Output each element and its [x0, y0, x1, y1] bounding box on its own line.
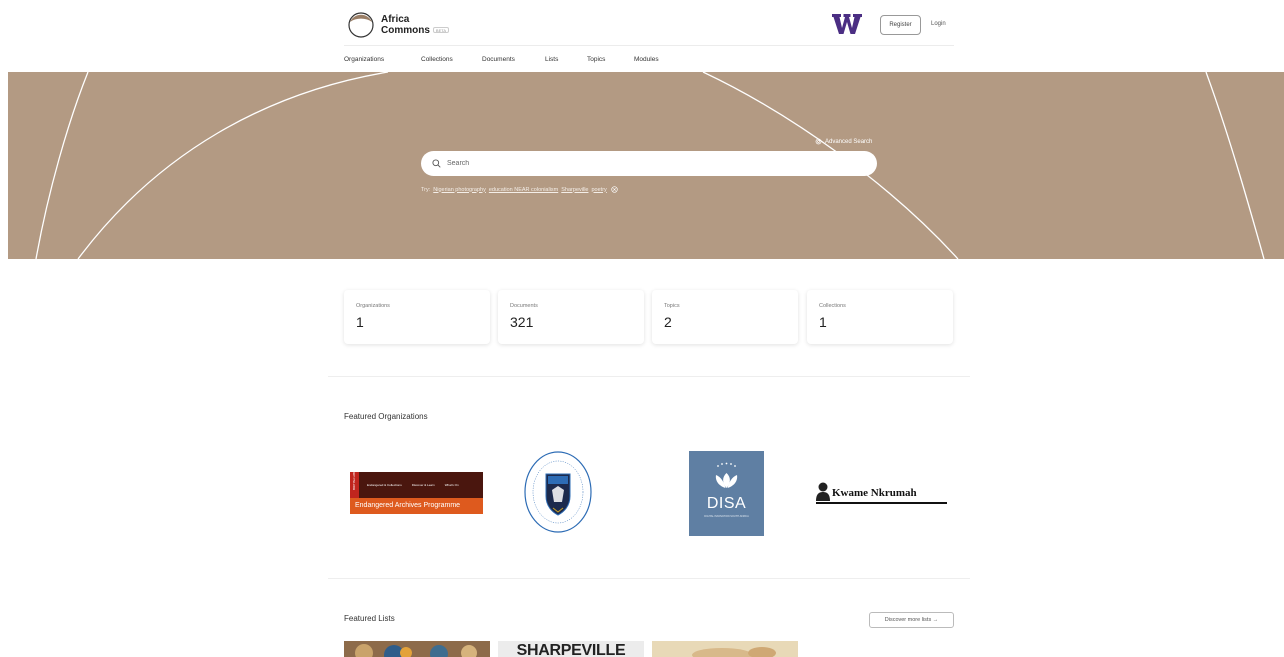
suggestion-link[interactable]: Sharpeville — [561, 187, 588, 193]
stat-label: Documents — [510, 303, 538, 309]
arrow-right-icon: → — [932, 617, 939, 623]
org-disa-logo[interactable]: DISA DIGITAL INNOVATION SOUTH AFRICA — [689, 451, 764, 536]
list-thumbnail-text: SHARPEVILLE — [516, 642, 626, 657]
british-library-label: BRITISH LIBRARY — [352, 464, 356, 490]
advanced-search-label: Advanced Search — [825, 138, 873, 145]
nav-topics[interactable]: Topics — [587, 56, 605, 63]
disa-lotus-icon — [715, 462, 738, 488]
discover-more-lists-button[interactable]: Discover more lists → — [869, 612, 954, 628]
kwame-nkrumah-name: Kwame Nkrumah — [832, 487, 917, 499]
stat-label: Topics — [664, 303, 680, 309]
suggestion-link[interactable]: poetry — [591, 187, 606, 193]
uct-seal-icon — [524, 451, 592, 533]
search-icon — [432, 159, 441, 168]
list-thumbnail-art — [344, 641, 490, 657]
close-circle-icon[interactable] — [611, 186, 618, 193]
search-bar[interactable] — [421, 151, 877, 176]
eap-nav-item: Endangered & Collections — [367, 483, 402, 487]
stat-value: 321 — [510, 314, 534, 330]
search-input[interactable] — [447, 160, 827, 167]
stat-card-documents[interactable]: Documents 321 — [498, 290, 644, 344]
suggestion-link[interactable]: education NEAR colonialism — [489, 187, 558, 193]
hero-banner: Advanced Search Try: Nigerian photograph… — [8, 72, 1284, 259]
brand-name-line1: Africa — [381, 14, 410, 25]
list-thumbnail[interactable] — [652, 641, 798, 657]
list-thumbnail[interactable] — [344, 641, 490, 657]
login-link[interactable]: Login — [931, 21, 946, 27]
list-thumbnail[interactable]: SHARPEVILLE — [498, 641, 644, 657]
stat-card-topics[interactable]: Topics 2 — [652, 290, 798, 344]
settings-icon — [815, 138, 822, 145]
featured-lists-title: Featured Lists — [344, 614, 395, 623]
eap-nav-item: Discover & Learn — [411, 483, 435, 487]
portrait-icon — [816, 482, 830, 501]
brand-name-line2: Commons — [381, 25, 430, 36]
register-button[interactable]: Register — [880, 15, 921, 35]
stat-label: Organizations — [356, 303, 390, 309]
nav-organizations[interactable]: Organizations — [344, 56, 384, 63]
section-divider — [328, 376, 970, 377]
advanced-search-link[interactable]: Advanced Search — [815, 138, 872, 145]
disa-name: DISA — [706, 495, 747, 512]
stat-card-collections[interactable]: Collections 1 — [807, 290, 953, 344]
stat-value: 1 — [356, 314, 364, 330]
org-uct-seal-logo[interactable] — [523, 450, 593, 534]
list-thumbnail-art — [652, 641, 798, 657]
stat-card-organizations[interactable]: Organizations 1 — [344, 290, 490, 344]
discover-more-lists-label: Discover more lists — [884, 617, 932, 623]
site-header: Africa Commons BETA Register Login Organi… — [344, 0, 954, 72]
eap-nav-item: What's On — [444, 483, 459, 487]
stat-value: 2 — [664, 314, 672, 330]
header-divider — [344, 45, 954, 46]
nav-lists[interactable]: Lists — [545, 56, 558, 63]
search-suggestions: Try: Nigerian photography education NEAR… — [421, 186, 618, 193]
org-endangered-archives-logo[interactable]: BRITISH LIBRARY Endangered & Collections… — [350, 465, 483, 514]
featured-organizations-title: Featured Organizations — [344, 412, 428, 421]
eap-name: Endangered Archives Programme — [350, 498, 483, 514]
suggestion-link[interactable]: Nigerian photography — [433, 187, 486, 193]
nav-collections[interactable]: Collections — [421, 56, 453, 63]
uw-logo-icon[interactable] — [832, 13, 862, 35]
org-kwame-nkrumah-logo[interactable]: Kwame Nkrumah — [816, 481, 947, 507]
beta-badge: BETA — [432, 27, 450, 34]
nav-documents[interactable]: Documents — [482, 56, 515, 63]
disa-tagline: DIGITAL INNOVATION SOUTH AFRICA — [704, 515, 749, 518]
stat-label: Collections — [819, 303, 846, 309]
nav-modules[interactable]: Modules — [634, 56, 659, 63]
brand-link[interactable]: Africa Commons BETA — [348, 12, 450, 38]
stat-value: 1 — [819, 314, 827, 330]
try-label: Try: — [421, 186, 431, 193]
section-divider — [328, 578, 970, 579]
africa-commons-logo-icon — [348, 12, 374, 38]
